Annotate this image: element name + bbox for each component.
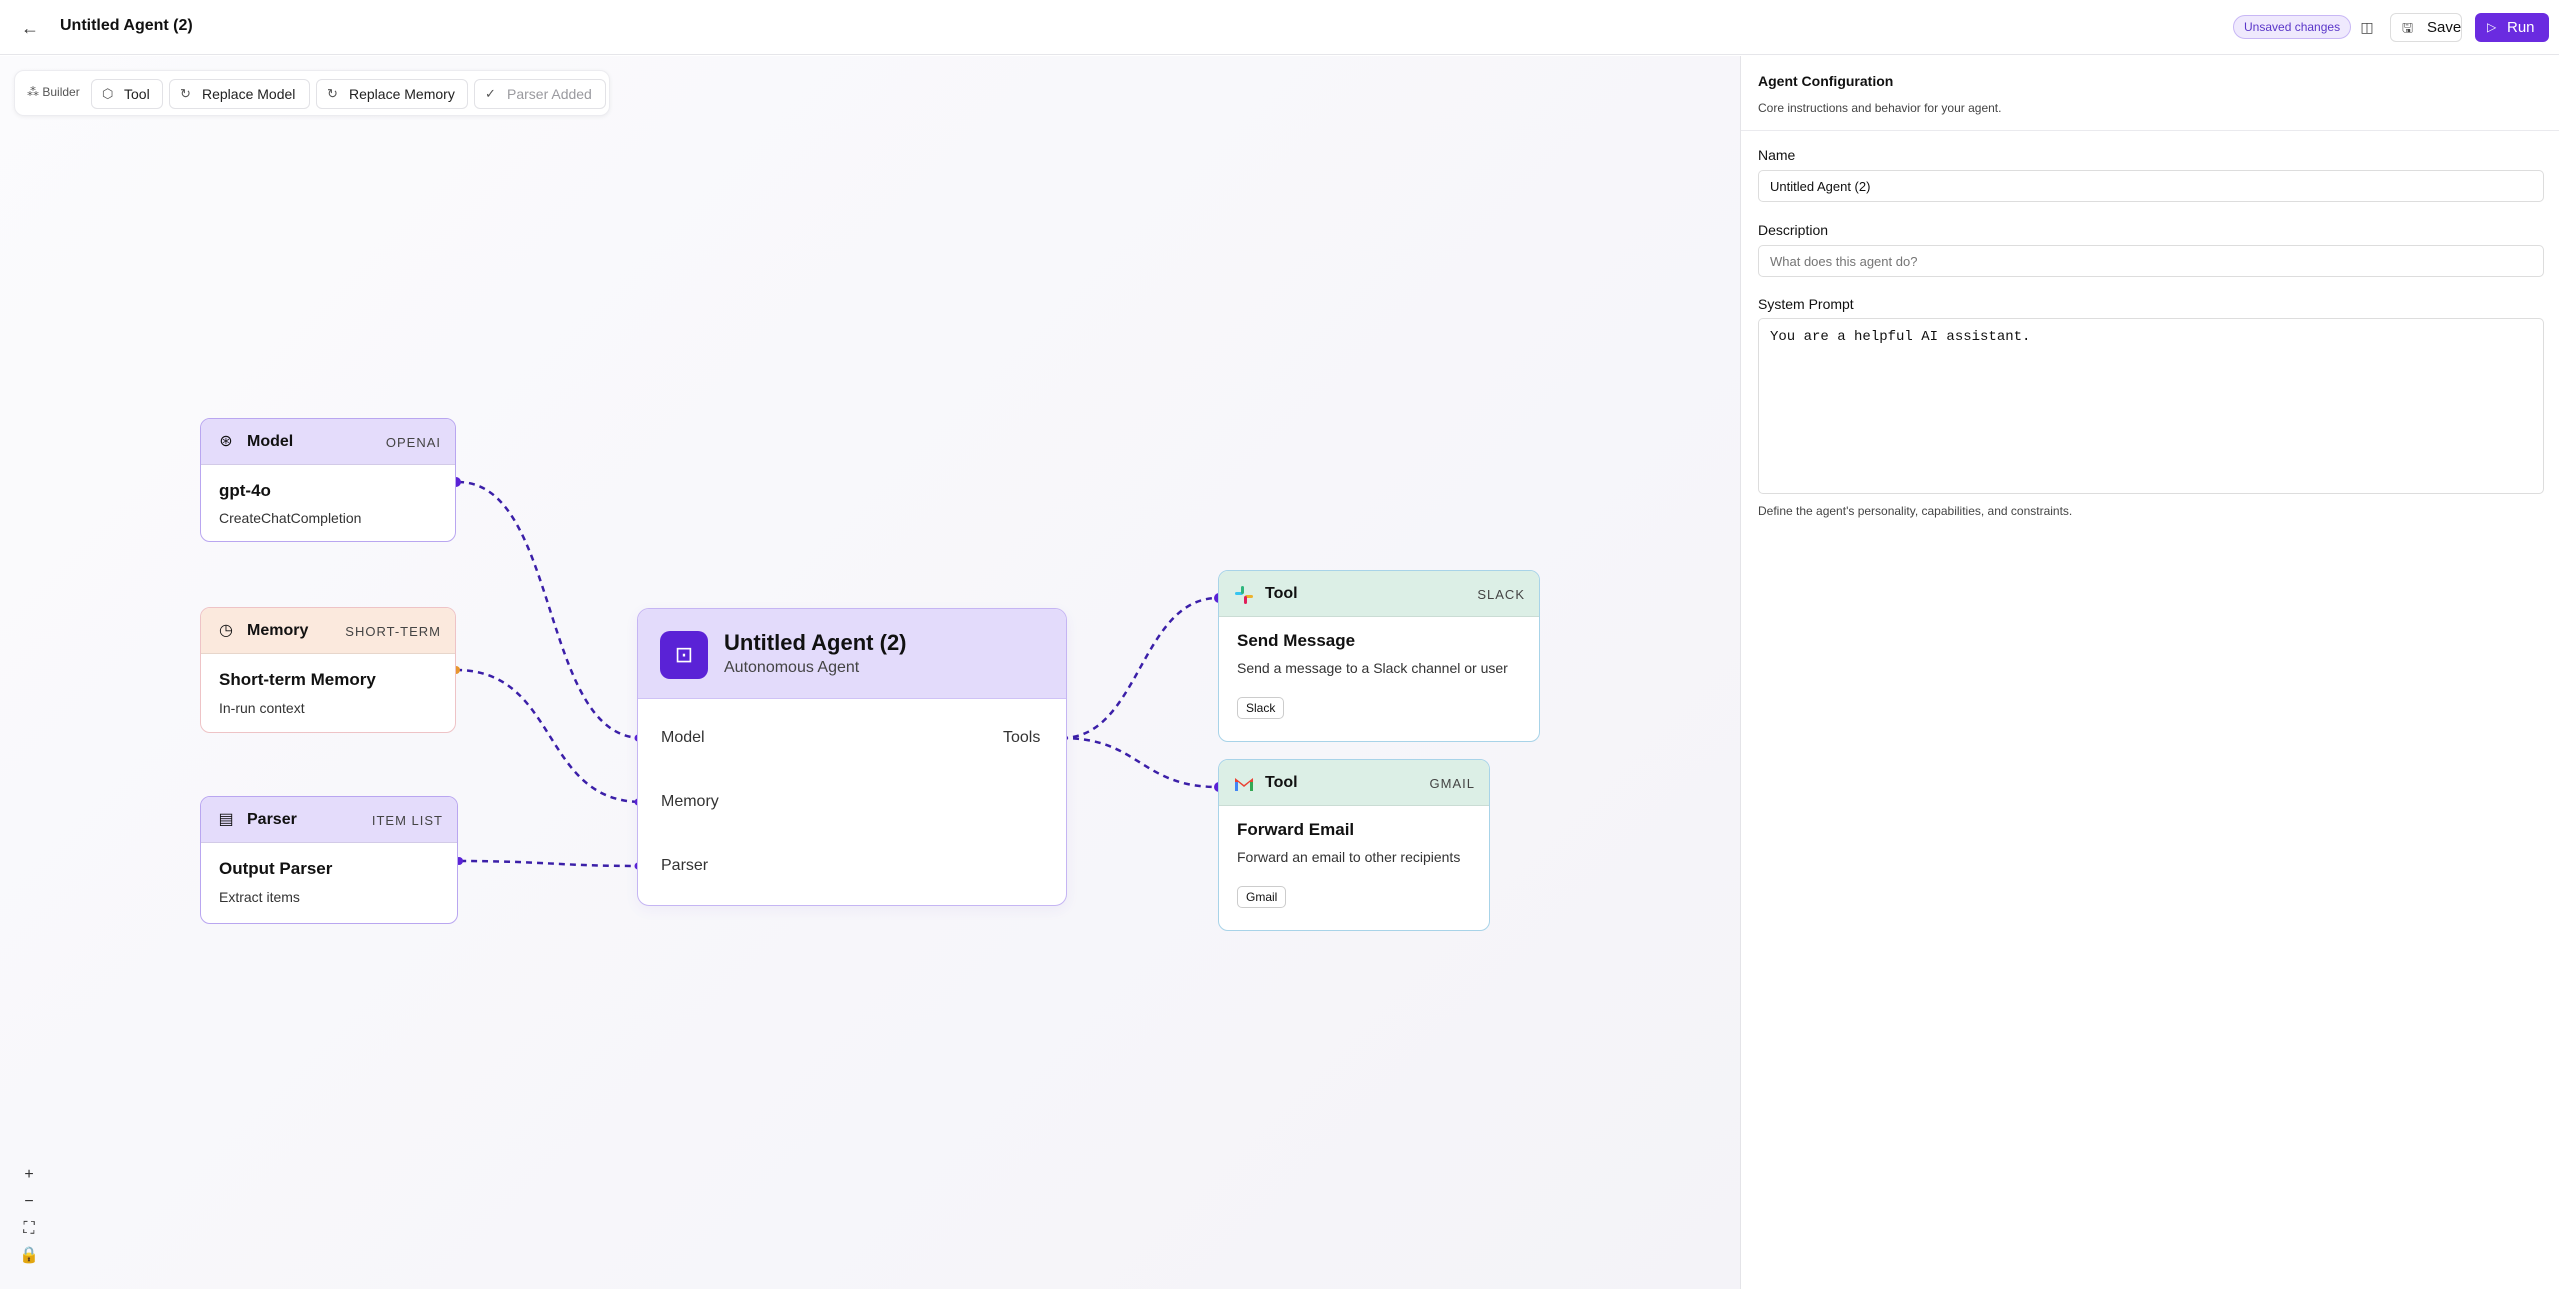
model-subtitle: CreateChatCompletion xyxy=(219,510,362,526)
name-field[interactable] xyxy=(1758,170,2544,202)
arrow-left-icon: ← xyxy=(21,18,39,38)
box-icon: ⬡ xyxy=(102,86,114,101)
save-button[interactable]: 🖫 Save xyxy=(2390,13,2462,42)
agent-node[interactable]: ⊡ Untitled Agent (2) Autonomous Agent Mo… xyxy=(637,608,1067,906)
minus-icon: − xyxy=(24,1193,34,1210)
slack-tool-name: Send Message xyxy=(1237,631,1356,650)
agent-port-parser-label: Parser xyxy=(661,857,709,874)
zoom-in-button[interactable]: + xyxy=(16,1162,42,1188)
memory-name: Short-term Memory xyxy=(219,670,376,689)
parser-added-button: ✓ Parser Added xyxy=(474,79,606,109)
back-button[interactable]: ← xyxy=(18,17,42,39)
memory-subtitle: In-run context xyxy=(219,700,305,716)
gmail-badge: Gmail xyxy=(1237,886,1287,908)
slack-node-header: Tool SLACK xyxy=(1219,571,1539,617)
toggle-panel-button[interactable]: ◫ xyxy=(2356,16,2378,38)
builder-toolbar: ⁂ Builder ⬡ Tool ↻ Replace Model ↻ Replace … xyxy=(14,70,610,116)
replace-memory-button[interactable]: ↻ Replace Memory xyxy=(316,79,468,109)
page-title: Untitled Agent (2) xyxy=(60,17,193,34)
gmail-icon xyxy=(1233,773,1255,795)
add-tool-button[interactable]: ⬡ Tool xyxy=(91,79,163,109)
play-icon: ▷ xyxy=(2487,20,2497,34)
canvas-controls: + − ⛶ 🔒 xyxy=(16,1162,42,1272)
fullscreen-icon: ⛶ xyxy=(23,1220,35,1237)
panel-title: Agent Configuration xyxy=(1758,73,1894,89)
refresh-icon: ↻ xyxy=(180,86,191,101)
gmail-tool-description: Forward an email to other recipients xyxy=(1237,849,1461,865)
top-bar: ← Untitled Agent (2) Unsaved changes ◫ 🖫… xyxy=(0,0,2559,55)
zoom-out-button[interactable]: − xyxy=(16,1189,42,1215)
model-name: gpt-4o xyxy=(219,481,271,500)
bot-icon: ⊡ xyxy=(660,631,708,679)
sparkle-icon: ⁂ xyxy=(27,85,39,99)
edge-model-agent xyxy=(457,480,643,740)
slack-tool-node[interactable]: Tool SLACK Send Message Send a message t… xyxy=(1218,570,1540,742)
model-node[interactable]: ⊛ Model OPENAI gpt-4o CreateChatCompleti… xyxy=(200,418,456,542)
agent-port-model-label: Model xyxy=(661,729,705,746)
gmail-node-header: Tool GMAIL xyxy=(1219,760,1489,806)
slack-badge: Slack xyxy=(1237,697,1285,719)
refresh-icon: ↻ xyxy=(327,86,338,101)
agent-title: Untitled Agent (2) xyxy=(724,630,907,655)
parser-node[interactable]: ▤ Parser ITEM LIST Output Parser Extract… xyxy=(200,796,458,924)
unsaved-changes-badge: Unsaved changes xyxy=(2233,15,2352,39)
builder-canvas[interactable]: ⁂ Builder ⬡ Tool ↻ Replace Model ↻ Replace … xyxy=(0,56,1740,1289)
gmail-tool-node[interactable]: Tool GMAIL Forward Email Forward an emai… xyxy=(1218,759,1490,931)
fit-view-button[interactable]: ⛶ xyxy=(16,1216,42,1242)
panel-header: Agent Configuration Core instructions an… xyxy=(1741,56,2559,131)
panel-subtitle: Core instructions and behavior for your … xyxy=(1758,101,2002,115)
agent-config-panel: Agent Configuration Core instructions an… xyxy=(1740,56,2559,1289)
edge-agent-slack xyxy=(1061,596,1219,740)
agent-port-memory-label: Memory xyxy=(661,793,719,810)
brain-icon: ⊛ xyxy=(219,433,233,450)
builder-label: ⁂ Builder xyxy=(27,85,80,99)
lock-icon: 🔒 xyxy=(19,1247,39,1264)
slack-tool-description: Send a message to a Slack channel or use… xyxy=(1237,660,1508,676)
memory-node[interactable]: ◷ Memory SHORT-TERM Short-term Memory In… xyxy=(200,607,456,733)
model-node-header: ⊛ Model OPENAI xyxy=(201,419,455,465)
system-prompt-hint: Define the agent's personality, capabili… xyxy=(1758,504,2073,518)
clock-icon: ◷ xyxy=(219,622,233,639)
description-field[interactable] xyxy=(1758,245,2544,277)
edge-agent-gmail xyxy=(1061,736,1219,789)
edge-memory-agent xyxy=(455,668,643,804)
check-icon: ✓ xyxy=(485,86,496,101)
system-prompt-field[interactable]: You are a helpful AI assistant. xyxy=(1758,318,2544,494)
description-label: Description xyxy=(1758,222,1829,238)
parser-name: Output Parser xyxy=(219,859,333,878)
system-prompt-label: System Prompt xyxy=(1758,296,1854,312)
lock-button[interactable]: 🔒 xyxy=(16,1243,42,1269)
document-icon: ▤ xyxy=(218,811,234,828)
replace-model-button[interactable]: ↻ Replace Model xyxy=(169,79,310,109)
save-icon: 🖫 xyxy=(2402,20,2414,35)
edge-parser-agent xyxy=(459,859,643,868)
plus-icon: + xyxy=(24,1166,34,1183)
memory-node-header: ◷ Memory SHORT-TERM xyxy=(201,608,455,654)
name-label: Name xyxy=(1758,147,1796,163)
run-button[interactable]: ▷ Run xyxy=(2475,13,2549,42)
agent-subtitle: Autonomous Agent xyxy=(724,659,860,676)
agent-port-tools-label: Tools xyxy=(1003,729,1041,746)
parser-subtitle: Extract items xyxy=(219,889,300,905)
panel-layout-icon: ◫ xyxy=(2360,19,2374,35)
parser-node-header: ▤ Parser ITEM LIST xyxy=(201,797,457,843)
slack-icon xyxy=(1233,584,1255,606)
agent-node-header: ⊡ Untitled Agent (2) Autonomous Agent xyxy=(638,609,1066,699)
gmail-tool-name: Forward Email xyxy=(1237,820,1355,839)
